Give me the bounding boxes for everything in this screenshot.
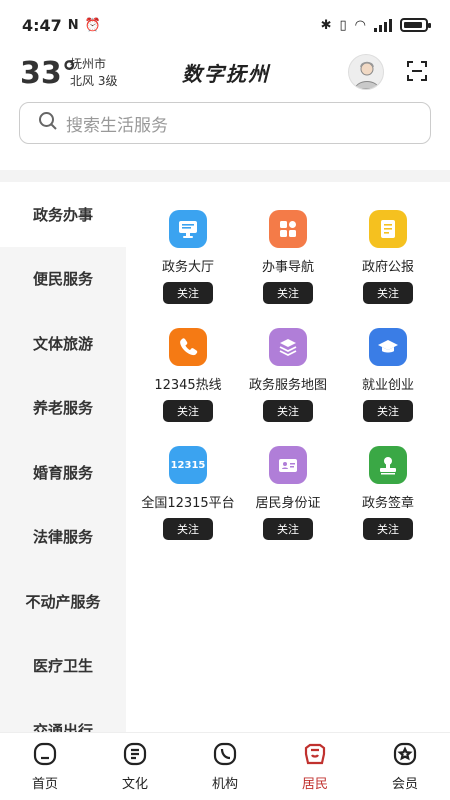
service-label: 政务服务地图 xyxy=(248,378,327,393)
service-item[interactable]: 12315 全国12315平台 关注 xyxy=(134,446,242,540)
layers-icon xyxy=(269,328,307,366)
bluetooth-icon: ✱ xyxy=(320,17,332,33)
tab-institutions[interactable]: 机构 xyxy=(180,733,270,800)
star-badge-icon xyxy=(393,742,417,766)
tab-membership[interactable]: 会员 xyxy=(360,733,450,800)
stamp-icon xyxy=(369,446,407,484)
follow-button[interactable]: 关注 xyxy=(163,282,213,304)
service-item[interactable]: 就业创业 关注 xyxy=(334,328,442,422)
service-item[interactable]: 政府公报 关注 xyxy=(334,210,442,304)
tab-label: 机构 xyxy=(211,777,238,792)
tab-label: 居民 xyxy=(301,777,328,792)
service-label: 就业创业 xyxy=(361,378,414,393)
tab-label: 文化 xyxy=(121,777,148,792)
sidebar-item-culture-tourism[interactable]: 文体旅游 xyxy=(0,311,126,376)
tab-residents[interactable]: 居民 xyxy=(270,733,360,800)
search-icon xyxy=(38,111,58,135)
service-label: 政务大厅 xyxy=(161,260,214,275)
service-label: 政务签章 xyxy=(361,496,414,511)
follow-button[interactable]: 关注 xyxy=(363,400,413,422)
service-label: 办事导航 xyxy=(261,260,314,275)
sidebar-item-marriage-birth[interactable]: 婚育服务 xyxy=(0,440,126,505)
phone-circle-icon xyxy=(213,742,237,766)
city-name: 抚州市 xyxy=(70,57,107,71)
nfc-icon: N xyxy=(67,17,79,33)
follow-button[interactable]: 关注 xyxy=(263,400,313,422)
avatar[interactable] xyxy=(348,54,384,90)
service-item[interactable]: 政务服务地图 关注 xyxy=(234,328,342,422)
battery-icon xyxy=(400,18,431,32)
signal-icon xyxy=(374,18,392,32)
service-grid: 政务大厅 关注 办事导航 关注 政府公报 关注 12345热线 关注 政务服务地… xyxy=(126,182,450,732)
service-label: 居民身份证 xyxy=(255,496,321,511)
service-item[interactable]: 居民身份证 关注 xyxy=(234,446,342,540)
badge-12315-icon: 12315 xyxy=(169,446,207,484)
graduation-cap-icon xyxy=(369,328,407,366)
document-icon xyxy=(369,210,407,248)
service-item[interactable]: 12345热线 关注 xyxy=(134,328,242,422)
follow-button[interactable]: 关注 xyxy=(363,518,413,540)
sidebar-item-real-estate[interactable]: 不动产服务 xyxy=(0,569,126,634)
sidebar-item-transport[interactable]: 交通出行 xyxy=(0,698,126,732)
id-card-icon xyxy=(269,446,307,484)
search-bar[interactable]: 搜索生活服务 xyxy=(19,102,431,144)
tab-label: 会员 xyxy=(391,777,418,792)
sidebar-item-convenience[interactable]: 便民服务 xyxy=(0,247,126,312)
status-time: 4:47 xyxy=(22,15,62,35)
follow-button[interactable]: 关注 xyxy=(163,400,213,422)
wifi-icon: ◠ xyxy=(354,17,366,33)
alarm-icon: ⏰ xyxy=(84,17,101,33)
follow-button[interactable]: 关注 xyxy=(263,282,313,304)
sidebar-item-gov-affairs[interactable]: 政务办事 xyxy=(0,182,126,247)
follow-button[interactable]: 关注 xyxy=(163,518,213,540)
sidebar-item-elderly-care[interactable]: 养老服务 xyxy=(0,376,126,441)
search-input[interactable]: 搜索生活服务 xyxy=(66,111,168,136)
bottom-tab-bar: 首页 文化 机构 居民 会员 xyxy=(0,732,450,800)
phone-icon xyxy=(169,328,207,366)
book-icon xyxy=(123,742,147,766)
follow-button[interactable]: 关注 xyxy=(363,282,413,304)
resident-icon xyxy=(304,743,326,765)
service-item[interactable]: 政务大厅 关注 xyxy=(134,210,242,304)
follow-button[interactable]: 关注 xyxy=(263,518,313,540)
weather-temperature: 33° xyxy=(20,56,77,91)
service-label: 12345热线 xyxy=(154,378,222,393)
app-logo: 数字抚州 xyxy=(182,62,270,86)
sidebar-item-medical[interactable]: 医疗卫生 xyxy=(0,634,126,699)
tab-label: 首页 xyxy=(31,777,58,792)
grid-apps-icon xyxy=(269,210,307,248)
home-icon xyxy=(33,742,57,766)
service-label: 政府公报 xyxy=(361,260,414,275)
sidebar-item-legal[interactable]: 法律服务 xyxy=(0,505,126,570)
service-item[interactable]: 政务签章 关注 xyxy=(334,446,442,540)
section-divider xyxy=(0,170,450,182)
service-label: 全国12315平台 xyxy=(141,496,235,511)
category-sidebar: 政务办事 便民服务 文体旅游 养老服务 婚育服务 法律服务 不动产服务 医疗卫生… xyxy=(0,182,126,732)
vibrate-icon: ▯ xyxy=(339,17,347,33)
status-bar: 4:47 N ⏰ ✱ ▯ ◠ xyxy=(0,0,450,50)
service-item[interactable]: 办事导航 关注 xyxy=(234,210,342,304)
app-header: 33° 抚州市 北风 3级 数字抚州 xyxy=(0,50,450,100)
scan-icon[interactable] xyxy=(406,60,428,82)
tab-home[interactable]: 首页 xyxy=(0,733,90,800)
wind-info: 北风 3级 xyxy=(70,74,118,88)
weather-location: 抚州市 北风 3级 xyxy=(70,56,117,90)
monitor-icon xyxy=(169,210,207,248)
tab-culture[interactable]: 文化 xyxy=(90,733,180,800)
